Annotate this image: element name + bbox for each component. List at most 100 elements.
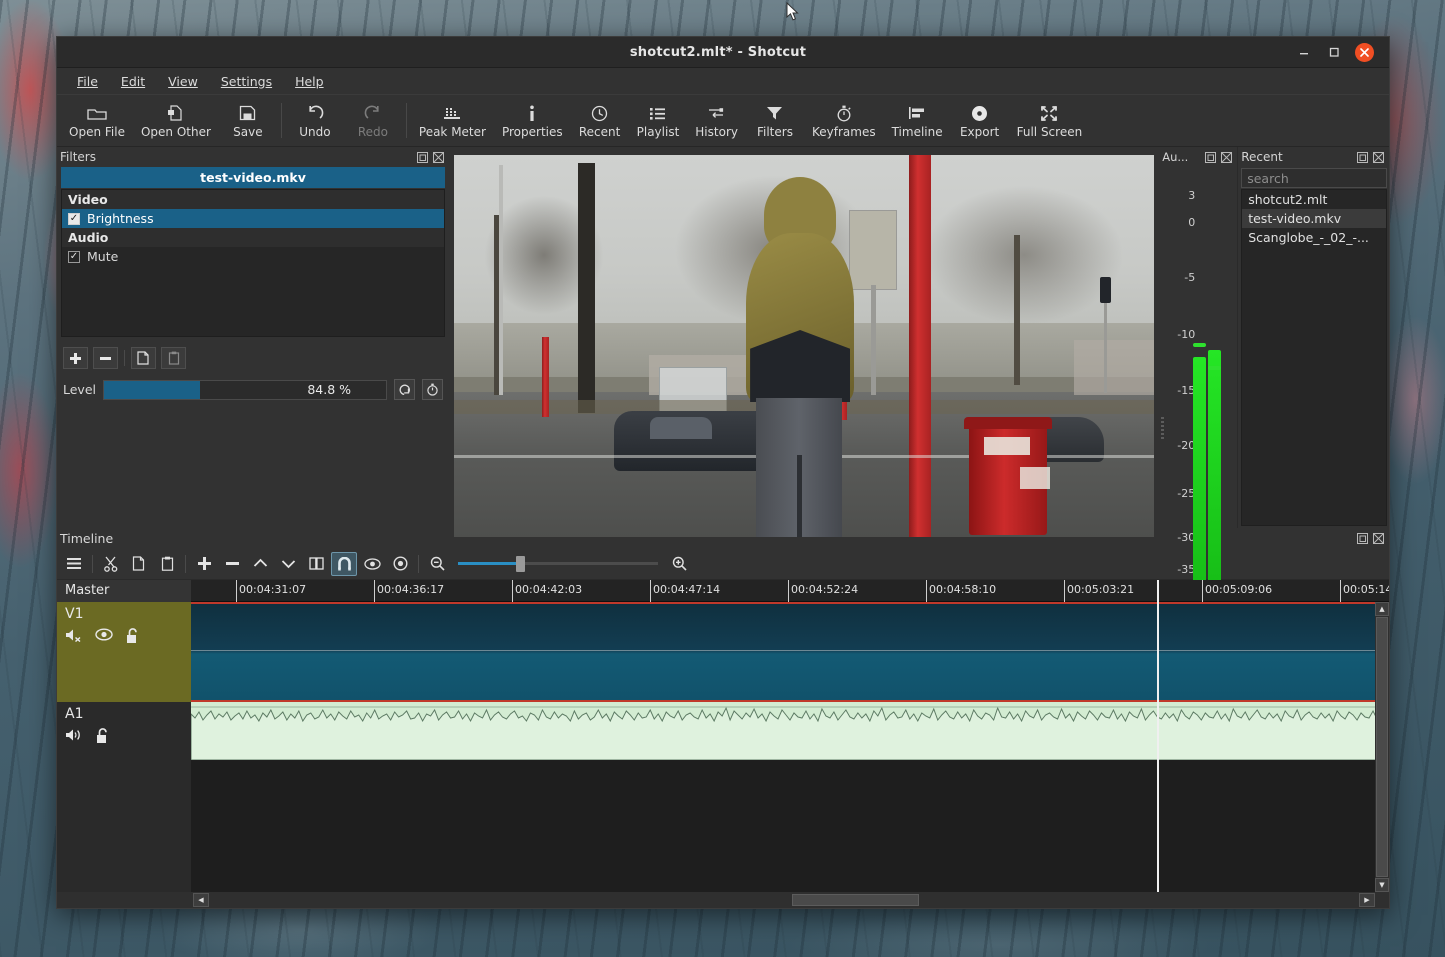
scrub-while-dragging-button[interactable] [359, 552, 385, 576]
menu-settings[interactable]: Settings [211, 71, 282, 92]
ruler-label-5: 00:04:58:10 [926, 583, 996, 596]
toolbar-timeline-label: Timeline [892, 125, 943, 139]
toolbar-recent[interactable]: Recent [571, 95, 629, 146]
info-icon [527, 104, 537, 123]
track-unlock-icon[interactable] [125, 628, 140, 644]
video-preview-area[interactable] [451, 147, 1157, 579]
lift-button[interactable] [247, 552, 273, 576]
video-clip[interactable] [191, 604, 1389, 700]
audio-meter-close-icon[interactable] [1220, 151, 1233, 164]
menu-help[interactable]: Help [285, 71, 334, 92]
menu-view[interactable]: View [158, 71, 208, 92]
timeline-ruler[interactable]: 00:04:31:07 00:04:36:17 00:04:42:03 00:0… [191, 580, 1389, 602]
append-button[interactable] [191, 552, 217, 576]
toolbar-save[interactable]: Save [219, 95, 277, 146]
ruler-label-2: 00:04:42:03 [512, 583, 582, 596]
track-speaker-icon[interactable] [65, 728, 83, 744]
recent-close-icon[interactable] [1372, 151, 1385, 164]
video-tree-trunk [1014, 235, 1020, 385]
overwrite-button[interactable] [275, 552, 301, 576]
paste-button[interactable] [154, 552, 180, 576]
filter-row-mute[interactable]: ✓ Mute [62, 247, 444, 266]
toolbar-properties[interactable]: Properties [494, 95, 571, 146]
level-reset-button[interactable] [394, 379, 415, 400]
timeline-master-header[interactable]: Master [57, 580, 191, 602]
maximize-button[interactable] [1319, 37, 1349, 68]
filter-checkbox-icon[interactable]: ✓ [68, 251, 80, 263]
copy-filters-button[interactable] [131, 347, 156, 369]
filters-float-icon[interactable] [416, 151, 429, 164]
zoom-out-button[interactable] [424, 552, 450, 576]
filter-checkbox-icon[interactable]: ✓ [68, 213, 80, 225]
window-titlebar[interactable]: shotcut2.mlt* - Shotcut [57, 37, 1389, 68]
toolbar-keyframes[interactable]: Keyframes [804, 95, 884, 146]
recent-float-icon[interactable] [1356, 151, 1369, 164]
horizontal-scroll-thumb[interactable] [792, 894, 919, 906]
toolbar-peak-meter[interactable]: Peak Meter [411, 95, 494, 146]
filter-list[interactable]: Video ✓ Brightness Audio ✓ Mute [61, 189, 445, 337]
recent-item-1[interactable]: test-video.mkv [1242, 209, 1386, 228]
copy-button[interactable] [126, 552, 152, 576]
track-header-a1[interactable]: A1 [57, 702, 191, 760]
ripple-all-tracks-button[interactable] [387, 552, 413, 576]
timeline-track-a1[interactable] [191, 702, 1389, 760]
panel-resize-grip[interactable] [1161, 417, 1164, 441]
toolbar-undo[interactable]: Undo [286, 95, 344, 146]
close-button[interactable] [1349, 37, 1379, 68]
timeline-menu-button[interactable] [61, 552, 87, 576]
toolbar-history[interactable]: History [687, 95, 746, 146]
level-slider[interactable]: 84.8 % [103, 380, 387, 400]
minimize-button[interactable] [1289, 37, 1319, 68]
track-header-v1[interactable]: V1 [57, 602, 191, 702]
filters-close-icon[interactable] [432, 151, 445, 164]
video-sign [849, 210, 897, 290]
scroll-down-button[interactable]: ▼ [1375, 878, 1389, 892]
filters-panel-header: Filters [57, 147, 449, 167]
timeline-close-icon[interactable] [1372, 532, 1385, 545]
menu-edit[interactable]: Edit [111, 71, 155, 92]
track-mute-icon[interactable] [65, 628, 83, 644]
recent-search-input[interactable]: search [1241, 168, 1387, 188]
timeline-playhead[interactable] [1157, 580, 1159, 893]
vertical-scroll-thumb[interactable] [1376, 617, 1388, 878]
recent-item-0[interactable]: shotcut2.mlt [1242, 190, 1386, 209]
toolbar-full-screen[interactable]: Full Screen [1009, 95, 1091, 146]
split-button[interactable] [303, 552, 329, 576]
recent-file-list[interactable]: shotcut2.mlt test-video.mkv Scanglobe_-_… [1241, 189, 1387, 526]
timeline-track-v1[interactable] [191, 602, 1389, 702]
scroll-left-button[interactable]: ◀ [193, 893, 209, 907]
scroll-right-button[interactable]: ▶ [1359, 893, 1375, 907]
add-filter-button[interactable] [63, 347, 88, 369]
scroll-up-button[interactable]: ▲ [1375, 602, 1389, 616]
toolbar-timeline[interactable]: Timeline [884, 95, 951, 146]
level-keyframe-button[interactable] [422, 379, 443, 400]
snap-button[interactable] [331, 552, 357, 576]
toolbar-export[interactable]: Export [951, 95, 1009, 146]
peak-meter-icon [443, 104, 461, 123]
timeline-float-icon[interactable] [1356, 532, 1369, 545]
timeline-canvas[interactable]: 00:04:31:07 00:04:36:17 00:04:42:03 00:0… [191, 580, 1389, 893]
zoom-slider-thumb[interactable] [516, 556, 525, 572]
recent-item-2[interactable]: Scanglobe_-_02_-... [1242, 228, 1386, 247]
video-red-bin-lid [964, 417, 1052, 429]
filter-row-brightness[interactable]: ✓ Brightness [62, 209, 444, 228]
zoom-in-button[interactable] [666, 552, 692, 576]
remove-filter-button[interactable] [93, 347, 118, 369]
toolbar-filters[interactable]: Filters [746, 95, 804, 146]
toolbar-open-file[interactable]: Open File [61, 95, 133, 146]
video-preview[interactable] [454, 155, 1154, 537]
folder-open-icon [87, 104, 107, 123]
timeline-vertical-scrollbar[interactable]: ▲ ▼ [1375, 602, 1389, 893]
timeline-zoom-slider[interactable] [458, 554, 658, 574]
cut-button[interactable] [98, 552, 124, 576]
ripple-delete-button[interactable] [219, 552, 245, 576]
track-hide-icon[interactable] [95, 628, 113, 644]
timeline-horizontal-scrollbar[interactable]: ◀ ▶ [57, 892, 1389, 908]
audio-meter-float-icon[interactable] [1204, 151, 1217, 164]
paste-filters-button[interactable] [161, 347, 186, 369]
left-column: Filters test-video.mkv [57, 147, 1237, 528]
toolbar-playlist[interactable]: Playlist [629, 95, 688, 146]
track-unlock-icon[interactable] [95, 728, 110, 744]
menu-file[interactable]: File [67, 71, 108, 92]
toolbar-open-other[interactable]: Open Other [133, 95, 219, 146]
